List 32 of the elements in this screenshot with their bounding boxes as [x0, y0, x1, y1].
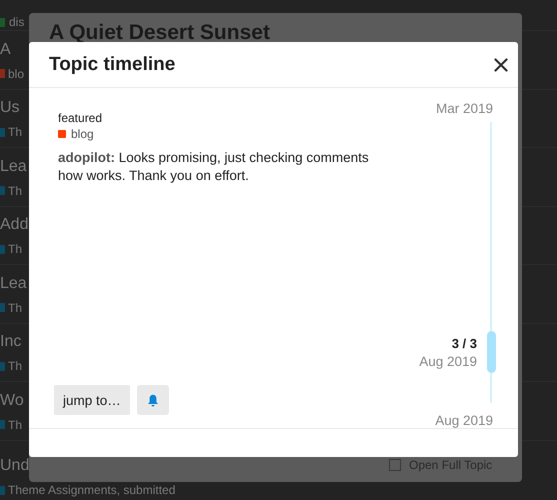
category-label: Th: [8, 184, 22, 198]
status-label: featured: [58, 111, 104, 125]
topic-title: A: [0, 40, 11, 60]
category-label: blo: [8, 66, 24, 81]
checkbox[interactable]: [389, 459, 401, 471]
timeline-start-date[interactable]: Mar 2019: [436, 101, 493, 116]
post-date: Aug 2019: [419, 354, 477, 368]
category-label: Th: [8, 359, 22, 374]
category-label: Th: [8, 300, 22, 315]
topic-title: A Quiet Desert Sunset: [49, 21, 271, 45]
topic-title: Inc: [0, 332, 22, 352]
timeline-handle[interactable]: [487, 331, 496, 373]
category-label[interactable]: blog: [71, 127, 94, 141]
topic-title: Und: [0, 456, 30, 476]
topic-title: Us: [0, 98, 20, 118]
post-position: 3 / 3: [452, 336, 477, 350]
category-label: Th: [8, 125, 22, 140]
notification-button[interactable]: [136, 385, 169, 415]
category-label: Theme Assignments, submitted: [8, 483, 176, 497]
category-label: dis: [9, 15, 24, 29]
topic-title: Wo: [0, 390, 24, 411]
category-label: Th: [8, 418, 22, 432]
bell-icon: [146, 394, 159, 406]
topic-title: Add: [0, 215, 28, 236]
post-excerpt: adopilot: Looks promising, just checking comments how works. Thank you on effort.: [58, 149, 370, 185]
category-label: Th: [8, 242, 22, 256]
modal-title: Topic timeline: [49, 54, 176, 76]
close-icon[interactable]: [494, 58, 508, 72]
timeline-end-date[interactable]: Aug 2019: [435, 413, 493, 428]
topic-title: Lea: [0, 156, 27, 177]
jump-to-button[interactable]: jump to…: [54, 385, 130, 415]
topic-title: Lea: [0, 274, 27, 294]
